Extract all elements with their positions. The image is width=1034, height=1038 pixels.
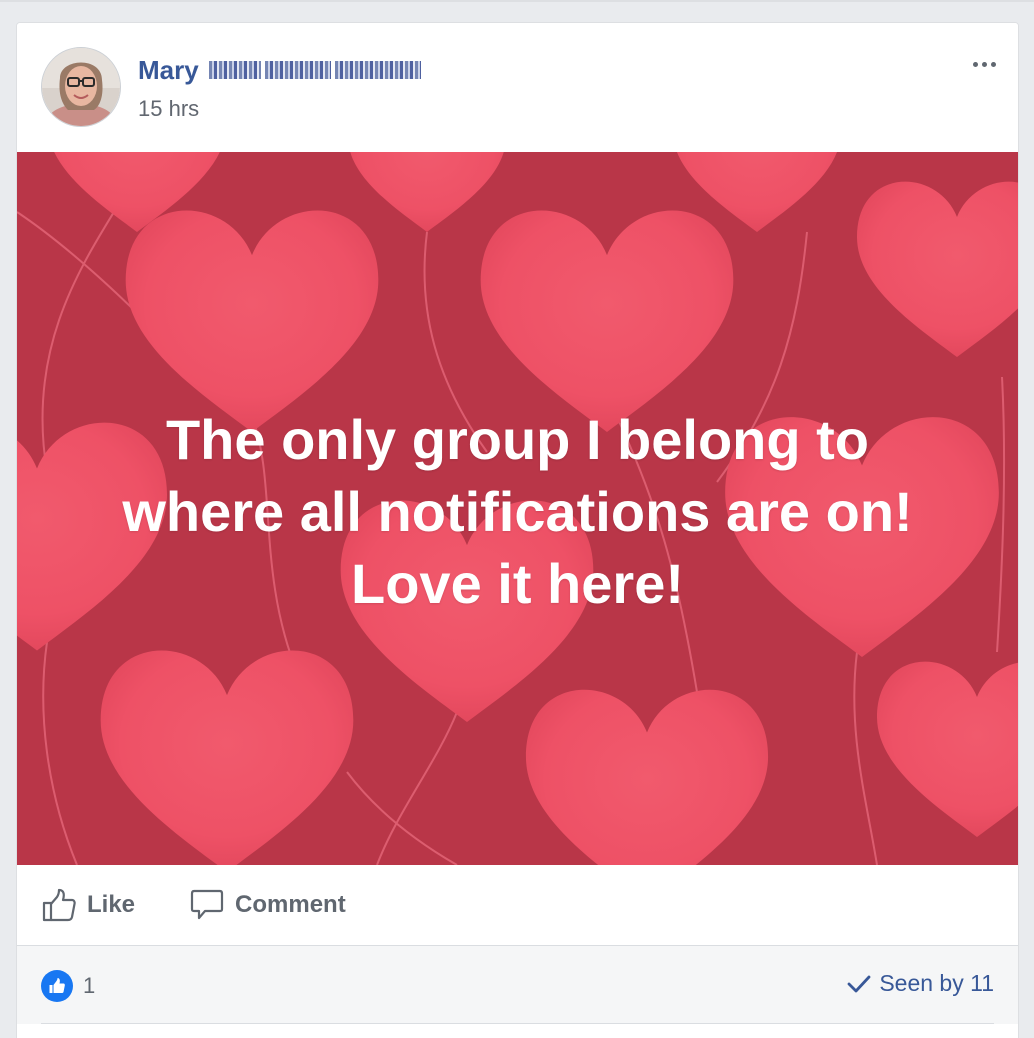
checkmark-icon [847, 975, 871, 992]
like-label: Like [87, 891, 136, 918]
speech-bubble-icon [190, 889, 224, 920]
divider [41, 1023, 994, 1024]
like-reaction-icon [41, 970, 73, 1002]
more-options-icon[interactable] [966, 49, 1002, 79]
like-button[interactable]: Like [41, 887, 135, 923]
reactions-bar: 1 Seen by 11 [17, 946, 1018, 1024]
page: Mary 15 hrs The only group I belong to w… [0, 0, 1034, 1038]
previous-card-edge [0, 0, 1034, 2]
post-text-line: The only group I belong to [165, 408, 870, 471]
author-name[interactable]: Mary [138, 53, 199, 87]
post-header: Mary 15 hrs [17, 23, 1018, 152]
post-timestamp[interactable]: 15 hrs [138, 95, 199, 123]
thumbs-up-icon [42, 888, 76, 922]
seen-by-label: Seen by 11 [879, 970, 994, 996]
comment-label: Comment [235, 891, 346, 918]
reaction-count: 1 [83, 973, 96, 998]
author-row: Mary [138, 53, 421, 87]
post-text-line: Love it here! [351, 552, 684, 615]
post-background-image: The only group I belong to where all not… [17, 152, 1018, 865]
reaction-summary[interactable]: 1 [41, 970, 95, 1002]
post-text: The only group I belong to where all not… [17, 404, 1018, 620]
post-action-bar: Like Comment [17, 865, 1018, 946]
comment-button[interactable]: Comment [189, 887, 346, 923]
seen-by-link[interactable]: Seen by 11 [847, 970, 994, 997]
post-text-line: where all notifications are on! [122, 480, 913, 543]
post-card: Mary 15 hrs The only group I belong to w… [16, 22, 1019, 1038]
avatar[interactable] [41, 47, 121, 127]
redacted-author-surname [208, 61, 421, 79]
